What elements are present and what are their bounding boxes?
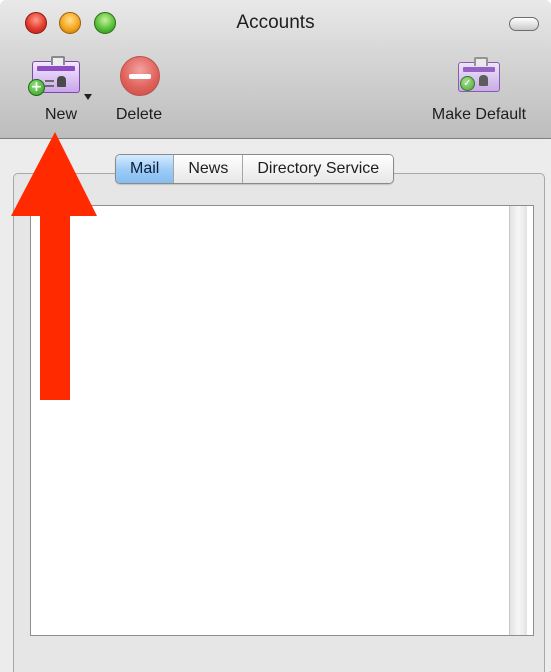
titlebar-toolbar: Accounts + New Delete ✓ Make Default [0,0,551,139]
make-default-label: Make Default [431,106,527,123]
tab-directory-service[interactable]: Directory Service [242,155,394,183]
delete-account-button[interactable]: Delete [104,52,174,124]
new-label: New [44,106,77,123]
account-type-tabs: Mail News Directory Service [115,154,395,184]
content-area: Mail News Directory Service [0,139,551,672]
resize-grip-icon[interactable] [535,656,551,672]
accounts-window: Accounts + New Delete ✓ Make Default Mai… [0,0,551,672]
vertical-scrollbar[interactable] [509,206,527,635]
accounts-list[interactable] [30,205,534,636]
delete-label: Delete [115,106,163,123]
make-default-button[interactable]: ✓ Make Default [414,52,544,124]
tab-mail[interactable]: Mail [116,155,174,183]
address-card-check-icon: ✓ [414,52,544,102]
window-title: Accounts [236,12,315,33]
address-card-plus-icon: + [24,52,98,102]
delete-minus-icon [104,52,174,102]
dropdown-arrow-icon [84,94,92,100]
toolbar-toggle-button[interactable] [509,17,539,31]
new-account-button[interactable]: + New [24,52,98,124]
tab-news[interactable]: News [173,155,243,183]
